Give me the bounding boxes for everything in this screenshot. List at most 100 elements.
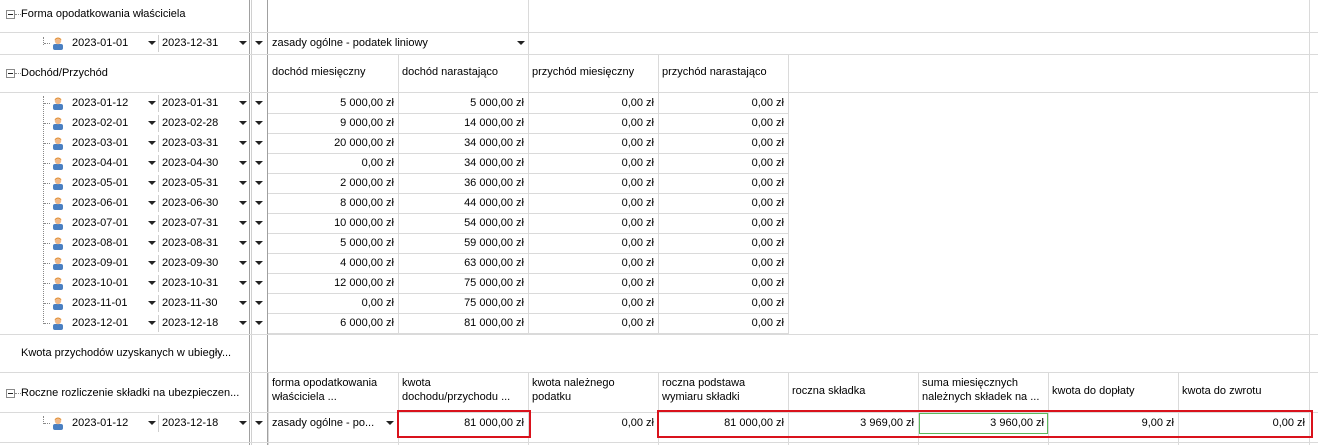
chevron-down-icon[interactable]	[148, 41, 156, 45]
dochod-cell[interactable]: 0,00 zł	[658, 233, 788, 253]
dochod-cell[interactable]: 36 000,00 zł	[398, 173, 528, 193]
dochod-cell[interactable]: 0,00 zł	[658, 93, 788, 113]
dochod-cell[interactable]: 5 000,00 zł	[268, 233, 398, 253]
dochod-row-6-date-to[interactable]: 2023-07-31	[159, 214, 247, 232]
dochod-row-8-date-from[interactable]: 2023-09-01	[69, 254, 157, 272]
dochod-cell[interactable]: 0,00 zł	[658, 113, 788, 133]
roczne-header-7[interactable]: kwota do zwrotu	[1178, 374, 1309, 410]
chevron-down-icon[interactable]	[239, 41, 247, 45]
dochod-header-0[interactable]: dochód miesięczny	[268, 64, 398, 84]
roczne-header-6[interactable]: kwota do dopłaty	[1048, 374, 1178, 410]
dochod-row-3-date-to[interactable]: 2023-04-30	[159, 154, 247, 172]
chevron-down-icon[interactable]	[239, 321, 247, 325]
chevron-down-icon[interactable]	[148, 201, 156, 205]
dochod-cell[interactable]: 0,00 zł	[528, 233, 658, 253]
roczne-forma-select[interactable]: zasady ogólne - po...	[269, 414, 384, 432]
chevron-down-icon[interactable]	[148, 241, 156, 245]
chevron-down-icon[interactable]	[148, 121, 156, 125]
row-menu-chevron-icon[interactable]	[255, 141, 263, 145]
dochod-row-2-date-from[interactable]: 2023-03-01	[69, 134, 157, 152]
row-menu-chevron-icon[interactable]	[255, 41, 263, 45]
dochod-cell[interactable]: 0,00 zł	[528, 133, 658, 153]
dochod-header-1[interactable]: dochód narastająco	[398, 64, 528, 84]
dochod-cell[interactable]: 2 000,00 zł	[268, 173, 398, 193]
dochod-cell[interactable]: 59 000,00 zł	[398, 233, 528, 253]
forma-row-date-to[interactable]: 2023-12-31	[159, 34, 247, 52]
chevron-down-icon[interactable]	[239, 161, 247, 165]
roczne-header-4[interactable]: roczna składka	[788, 374, 918, 410]
dochod-row-10-date-from[interactable]: 2023-11-01	[69, 294, 157, 312]
forma-opodatkowania-select[interactable]: zasady ogólne - podatek liniowy	[269, 34, 524, 52]
dochod-cell[interactable]: 0,00 zł	[658, 273, 788, 293]
forma-row-date-from[interactable]: 2023-01-01	[69, 34, 157, 52]
chevron-down-icon[interactable]	[148, 261, 156, 265]
dochod-row-2-date-to[interactable]: 2023-03-31	[159, 134, 247, 152]
chevron-down-icon[interactable]	[148, 141, 156, 145]
dochod-cell[interactable]: 0,00 zł	[528, 153, 658, 173]
dochod-cell[interactable]: 0,00 zł	[268, 153, 398, 173]
chevron-down-icon[interactable]	[148, 321, 156, 325]
dochod-row-7-date-from[interactable]: 2023-08-01	[69, 234, 157, 252]
chevron-down-icon[interactable]	[239, 101, 247, 105]
roczne-header-5[interactable]: suma miesięcznych należnych składek na ..…	[918, 374, 1048, 410]
dochod-cell[interactable]: 6 000,00 zł	[268, 313, 398, 333]
dochod-row-9-date-from[interactable]: 2023-10-01	[69, 274, 157, 292]
dochod-row-1-date-from[interactable]: 2023-02-01	[69, 114, 157, 132]
dochod-cell[interactable]: 0,00 zł	[528, 93, 658, 113]
chevron-down-icon[interactable]	[148, 281, 156, 285]
dochod-cell[interactable]: 5 000,00 zł	[268, 93, 398, 113]
chevron-down-icon[interactable]	[148, 301, 156, 305]
dochod-row-7-date-to[interactable]: 2023-08-31	[159, 234, 247, 252]
dochod-row-11-date-from[interactable]: 2023-12-01	[69, 314, 157, 332]
roczne-header-2[interactable]: kwota należnego podatku	[528, 374, 658, 410]
chevron-down-icon[interactable]	[148, 101, 156, 105]
chevron-down-icon[interactable]	[239, 421, 247, 425]
roczne-header-0[interactable]: forma opodatkowania właściciela ...	[268, 374, 398, 410]
row-menu-chevron-icon[interactable]	[255, 181, 263, 185]
chevron-down-icon[interactable]	[239, 201, 247, 205]
dochod-cell[interactable]: 0,00 zł	[528, 253, 658, 273]
dochod-row-8-date-to[interactable]: 2023-09-30	[159, 254, 247, 272]
dochod-cell[interactable]: 0,00 zł	[528, 173, 658, 193]
row-menu-chevron-icon[interactable]	[255, 241, 263, 245]
chevron-down-icon[interactable]	[239, 181, 247, 185]
dochod-header-3[interactable]: przychód narastająco	[658, 64, 788, 84]
dochod-header-2[interactable]: przychód miesięczny	[528, 64, 658, 84]
chevron-down-icon[interactable]	[386, 421, 394, 425]
row-menu-chevron-icon[interactable]	[255, 121, 263, 125]
dochod-row-5-date-from[interactable]: 2023-06-01	[69, 194, 157, 212]
dochod-cell[interactable]: 75 000,00 zł	[398, 293, 528, 313]
dochod-cell[interactable]: 5 000,00 zł	[398, 93, 528, 113]
section-roczne-rozliczenie-expander[interactable]	[6, 389, 15, 398]
roczne-header-1[interactable]: kwota dochodu/przychodu ...	[398, 374, 528, 410]
chevron-down-icon[interactable]	[148, 421, 156, 425]
dochod-cell[interactable]: 9 000,00 zł	[268, 113, 398, 133]
dochod-cell[interactable]: 0,00 zł	[658, 133, 788, 153]
dochod-cell[interactable]: 0,00 zł	[528, 193, 658, 213]
row-menu-chevron-icon[interactable]	[255, 101, 263, 105]
dochod-cell[interactable]: 34 000,00 zł	[398, 133, 528, 153]
dochod-row-11-date-to[interactable]: 2023-12-18	[159, 314, 247, 332]
roczne-row-date-from[interactable]: 2023-01-12	[69, 414, 157, 432]
dochod-row-0-date-to[interactable]: 2023-01-31	[159, 94, 247, 112]
dochod-row-0-date-from[interactable]: 2023-01-12	[69, 94, 157, 112]
row-menu-chevron-icon[interactable]	[255, 301, 263, 305]
dochod-row-9-date-to[interactable]: 2023-10-31	[159, 274, 247, 292]
chevron-down-icon[interactable]	[517, 41, 525, 45]
chevron-down-icon[interactable]	[239, 241, 247, 245]
dochod-cell[interactable]: 0,00 zł	[528, 273, 658, 293]
chevron-down-icon[interactable]	[239, 281, 247, 285]
dochod-cell[interactable]: 0,00 zł	[658, 193, 788, 213]
row-menu-chevron-icon[interactable]	[255, 201, 263, 205]
dochod-cell[interactable]: 0,00 zł	[658, 313, 788, 333]
dochod-row-10-date-to[interactable]: 2023-11-30	[159, 294, 247, 312]
dochod-cell[interactable]: 44 000,00 zł	[398, 193, 528, 213]
dochod-cell[interactable]: 63 000,00 zł	[398, 253, 528, 273]
row-menu-chevron-icon[interactable]	[255, 221, 263, 225]
row-menu-chevron-icon[interactable]	[255, 281, 263, 285]
dochod-row-1-date-to[interactable]: 2023-02-28	[159, 114, 247, 132]
roczne-row-date-to[interactable]: 2023-12-18	[159, 414, 247, 432]
chevron-down-icon[interactable]	[239, 301, 247, 305]
dochod-cell[interactable]: 34 000,00 zł	[398, 153, 528, 173]
dochod-cell[interactable]: 54 000,00 zł	[398, 213, 528, 233]
